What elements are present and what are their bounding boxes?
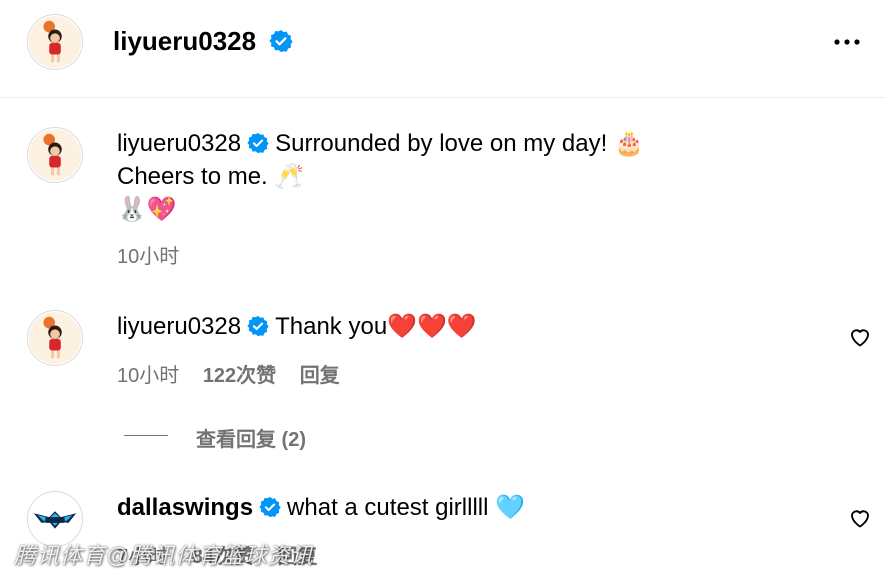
comment-2-body: dallaswings what a cutest girlllll 🩵 — [117, 491, 817, 524]
comment-1-likes-count[interactable]: 122次赞 — [203, 365, 276, 387]
comment-1-body: liyueru0328 Thank you❤️❤️❤️ — [117, 310, 817, 343]
basketball-girl-avatar-image — [28, 15, 82, 69]
comment-2-username[interactable]: dallaswings — [117, 494, 253, 521]
comment-2-like-button[interactable] — [848, 506, 872, 530]
view-replies-button[interactable]: 查看回复 (2) — [196, 423, 306, 452]
comment-1-reply-button[interactable]: 回复 — [300, 365, 340, 387]
heart-outline-icon — [851, 329, 869, 347]
watermark: 腾讯体育@腾讯体育篮球资讯 — [14, 543, 314, 568]
heart-outline-icon — [851, 510, 869, 528]
caption-text-line3: 🐰💖 — [117, 196, 177, 223]
more-horizontal-icon — [834, 39, 860, 45]
comment-1-meta: 10小时 122次赞 回复 — [117, 359, 340, 388]
comment-1-avatar[interactable] — [27, 310, 83, 366]
verified-badge-icon — [247, 132, 269, 153]
header-avatar[interactable] — [27, 14, 83, 70]
view-replies-line — [124, 435, 168, 436]
caption-text-line1: Surrounded by love on my day! 🎂 — [275, 130, 644, 157]
comment-1-like-button[interactable] — [848, 325, 872, 349]
more-options-button[interactable] — [832, 30, 862, 54]
caption-body: liyueru0328 Surrounded by love on my day… — [117, 127, 817, 226]
caption-timestamp: 10小时 — [117, 246, 180, 268]
comment-2-text: what a cutest girlllll 🩵 — [287, 494, 526, 521]
comment-1-username[interactable]: liyueru0328 — [117, 313, 241, 340]
header-username[interactable]: liyueru0328 — [113, 26, 256, 56]
comment-1-text: Thank you❤️❤️❤️ — [275, 313, 477, 340]
verified-badge-icon — [259, 496, 281, 517]
header-divider — [0, 97, 886, 98]
header-username-row: liyueru0328 — [113, 24, 293, 58]
verified-badge-icon — [269, 30, 293, 53]
caption-username[interactable]: liyueru0328 — [117, 130, 241, 157]
caption-avatar[interactable] — [27, 127, 83, 183]
basketball-girl-avatar-image — [28, 128, 82, 182]
verified-badge-icon — [247, 315, 269, 336]
comment-1-timestamp: 10小时 — [117, 365, 180, 387]
basketball-girl-avatar-image — [28, 311, 82, 365]
caption-text-line2: Cheers to me. 🥂 — [117, 163, 305, 190]
